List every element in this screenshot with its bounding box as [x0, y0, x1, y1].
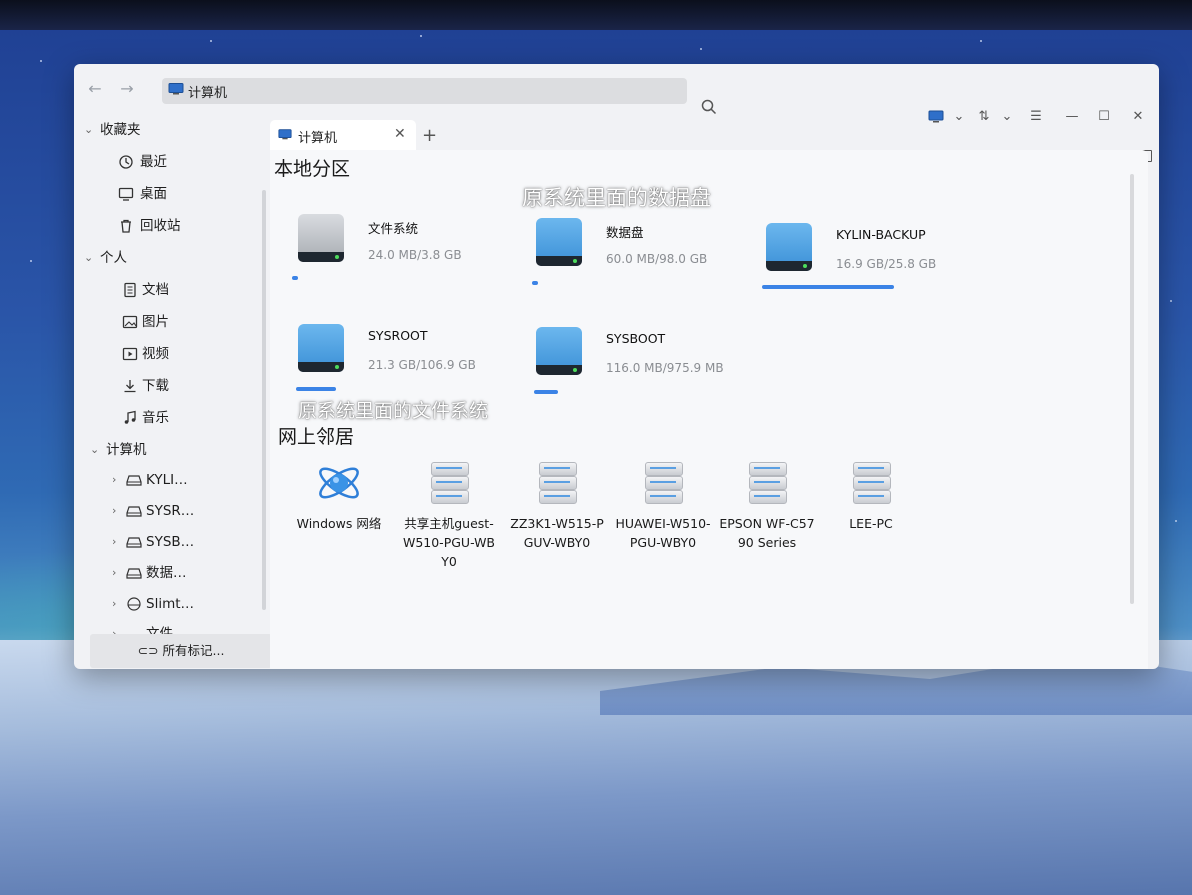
annotation-file-system: 原系统里面的文件系统 [298, 400, 489, 422]
address-text: 计算机 [188, 86, 228, 101]
sidebar-item-kylin-backup[interactable]: › KYLI… [74, 468, 264, 492]
sidebar-item-videos[interactable]: 视频 [74, 342, 264, 366]
network-host-lee-pc[interactable]: LEE-PC [822, 460, 920, 533]
chevron-down-icon: ⌄ [90, 443, 100, 456]
tag-icon: ⊂⊃ [137, 643, 159, 658]
server-icon [743, 460, 791, 506]
sidebar: ⌄ 收藏夹 最近 桌面 回收站 ⌄ 个人 文档 图片 视频 下载 音乐 ⌄ 计算… [74, 110, 270, 669]
address-bar[interactable]: 计算机 [162, 78, 687, 104]
drive-icon [536, 218, 582, 266]
clock-icon [119, 155, 133, 169]
computer-icon [278, 129, 292, 140]
optical-drive-icon [127, 597, 141, 611]
network-host-windows[interactable]: Windows 网络 [290, 460, 388, 533]
server-icon [639, 460, 687, 506]
drive-sysboot[interactable]: SYSBOOT 116.0 MB/975.9 MB [536, 327, 756, 407]
chevron-right-icon: › [112, 597, 117, 610]
windows-network-icon [319, 467, 359, 499]
sidebar-item-sysroot[interactable]: › SYSR… [74, 499, 264, 523]
sidebar-scrollbar[interactable] [262, 190, 266, 610]
chevron-right-icon: › [112, 566, 117, 579]
chevron-right-icon: › [112, 535, 117, 548]
local-partitions-heading: 本地分区 [274, 158, 351, 180]
sidebar-section-personal[interactable]: ⌄ 个人 [74, 246, 264, 270]
sidebar-item-file-system[interactable]: › 文件… [74, 622, 264, 634]
network-host-guest-w510[interactable]: 共享主机guest-W510-PGU-WBY0 [400, 460, 498, 571]
image-icon [122, 315, 138, 329]
monitor-bezel [0, 0, 1192, 30]
sidebar-item-downloads[interactable]: 下载 [74, 374, 264, 398]
usage-bar [292, 276, 298, 280]
music-icon [124, 410, 136, 424]
sidebar-item-music[interactable]: 音乐 [74, 406, 264, 430]
sidebar-item-documents[interactable]: 文档 [74, 278, 264, 302]
content-scrollbar[interactable] [1130, 174, 1134, 604]
chevron-down-icon: ⌄ [84, 251, 94, 264]
network-host-epson[interactable]: EPSON WF-C5790 Series [718, 460, 816, 552]
sidebar-item-desktop[interactable]: 桌面 [74, 182, 264, 206]
sidebar-item-pictures[interactable]: 图片 [74, 310, 264, 334]
video-icon [122, 347, 138, 361]
drive-icon [298, 214, 344, 262]
usage-bar [534, 390, 558, 394]
desktop-icon [118, 187, 134, 201]
server-icon [533, 460, 581, 506]
new-tab-button[interactable]: + [422, 125, 437, 146]
drive-icon [298, 324, 344, 372]
chevron-right-icon: › [112, 504, 117, 517]
star [30, 260, 32, 262]
download-icon [124, 380, 136, 393]
drive-sysroot[interactable]: SYSROOT 21.3 GB/106.9 GB [298, 324, 518, 404]
sidebar-item-recent[interactable]: 最近 [74, 150, 264, 174]
server-icon [425, 460, 473, 506]
star [980, 40, 982, 42]
search-icon[interactable] [700, 98, 718, 116]
star [700, 48, 702, 50]
drive-icon [536, 327, 582, 375]
file-manager-window: ← → 计算机 ⌄ ⇅ ⌄ ☰ — ☐ ✕ ⌄ 收藏夹 最近 桌面 回收站 ⌄ … [74, 64, 1159, 669]
forward-arrow-icon[interactable]: → [116, 78, 138, 100]
sidebar-item-slimtype[interactable]: › Slimt… [74, 592, 264, 616]
sidebar-item-sysboot[interactable]: › SYSB… [74, 530, 264, 554]
annotation-data-disk: 原系统里面的数据盘 [522, 186, 711, 210]
sidebar-item-trash[interactable]: 回收站 [74, 214, 264, 238]
all-tags-button[interactable]: ⊂⊃ 所有标记... [90, 634, 272, 668]
tab-close-icon[interactable]: ✕ [394, 126, 406, 142]
back-arrow-icon[interactable]: ← [84, 78, 106, 100]
server-icon [847, 460, 895, 506]
star [1170, 300, 1172, 302]
sidebar-section-computer[interactable]: ⌄ 计算机 [74, 438, 264, 462]
star [210, 40, 212, 42]
sidebar-section-favorites[interactable]: ⌄ 收藏夹 [74, 118, 264, 142]
star [40, 60, 42, 62]
drive-icon [126, 475, 142, 486]
usage-bar [532, 281, 538, 285]
computer-icon [168, 83, 184, 95]
drive-icon [126, 506, 142, 517]
tab-computer[interactable]: 计算机 ✕ [270, 120, 416, 150]
usage-bar [762, 285, 894, 289]
tab-bar: 计算机 ✕ + [270, 120, 1159, 150]
drive-icon [126, 568, 142, 579]
drive-file-system[interactable]: 文件系统 24.0 MB/3.8 GB [298, 214, 518, 294]
drive-icon [126, 537, 142, 548]
drive-data-disk[interactable]: 数据盘 60.0 MB/98.0 GB [536, 218, 756, 298]
chevron-right-icon: › [112, 473, 117, 486]
network-host-zz3k1[interactable]: ZZ3K1-W515-PGUV-WBY0 [508, 460, 606, 552]
star [420, 35, 422, 37]
chevron-down-icon: ⌄ [84, 123, 94, 136]
drive-icon [766, 223, 812, 271]
sidebar-item-data-disk[interactable]: › 数据… [74, 561, 264, 585]
drive-kylin-backup[interactable]: KYLIN-BACKUP 16.9 GB/25.8 GB [766, 223, 986, 303]
network-neighborhood-heading: 网上邻居 [278, 426, 355, 448]
document-icon [124, 282, 136, 298]
usage-bar [296, 387, 336, 391]
network-host-huawei[interactable]: HUAWEI-W510-PGU-WBY0 [614, 460, 712, 552]
trash-icon [121, 219, 131, 233]
chevron-right-icon: › [112, 627, 117, 634]
